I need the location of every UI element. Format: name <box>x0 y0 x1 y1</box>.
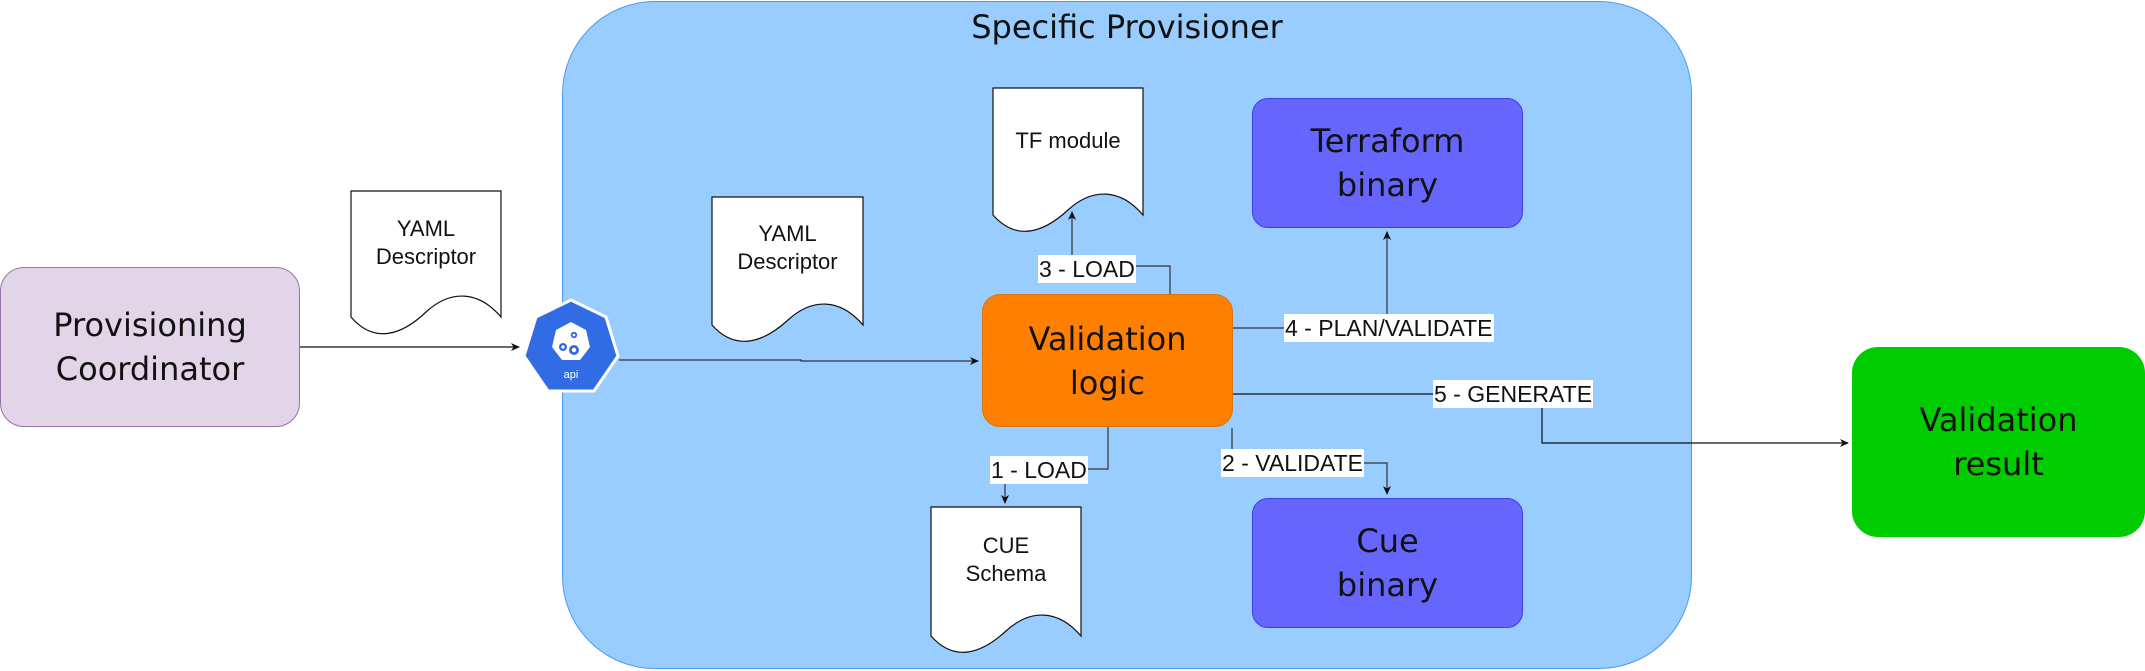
provisioning-coordinator-line1: Provisioning <box>53 306 247 344</box>
api-icon: api <box>522 298 620 393</box>
cue-binary-line1: Cue <box>1356 522 1419 560</box>
edge-api-to-logic <box>619 357 979 365</box>
yaml-descriptor-outer: YAML Descriptor <box>351 215 501 271</box>
yaml-descriptor-inner-line1: YAML <box>758 221 817 246</box>
terraform-binary-node: Terraform binary <box>1252 98 1523 228</box>
edge-label-load-tf: 3 - LOAD <box>1038 255 1136 283</box>
yaml-descriptor-outer-line1: YAML <box>396 216 456 241</box>
edge-label-generate: 5 - GENERATE <box>1433 380 1594 408</box>
validation-logic-node: Validation logic <box>982 294 1233 427</box>
terraform-binary-line2: binary <box>1336 166 1439 204</box>
edge-label-load-cue: 1 - LOAD <box>990 456 1088 484</box>
tf-module-label: TF module <box>1015 128 1121 153</box>
validation-result-line1: Validation <box>1919 401 2078 439</box>
edge-label-plan-validate: 4 - PLAN/VALIDATE <box>1284 314 1494 342</box>
cue-schema-line1: CUE <box>982 533 1030 558</box>
validation-result-node: Validation result <box>1852 347 2145 537</box>
tf-module: TF module <box>993 127 1143 155</box>
validation-logic-line1: Validation <box>1028 319 1187 358</box>
tf-module-shape <box>992 87 1144 232</box>
terraform-binary-line1: Terraform <box>1310 122 1465 160</box>
yaml-descriptor-inner-line2: Descriptor <box>737 249 838 274</box>
yaml-descriptor-outer-line2: Descriptor <box>375 244 477 269</box>
provisioning-coordinator-node: Provisioning Coordinator <box>0 267 300 427</box>
api-icon-label: api <box>564 369 579 381</box>
provisioning-coordinator-line2: Coordinator <box>55 350 245 388</box>
yaml-descriptor-inner: YAML Descriptor <box>712 220 863 276</box>
cue-binary-node: Cue binary <box>1252 498 1523 628</box>
cue-binary-line2: binary <box>1336 566 1439 604</box>
edge-label-validate: 2 - VALIDATE <box>1221 449 1365 477</box>
validation-logic-line2: logic <box>1069 363 1146 402</box>
cue-schema-line2: Schema <box>965 561 1047 586</box>
cue-schema: CUE Schema <box>931 532 1081 588</box>
validation-result-line2: result <box>1953 445 2044 483</box>
